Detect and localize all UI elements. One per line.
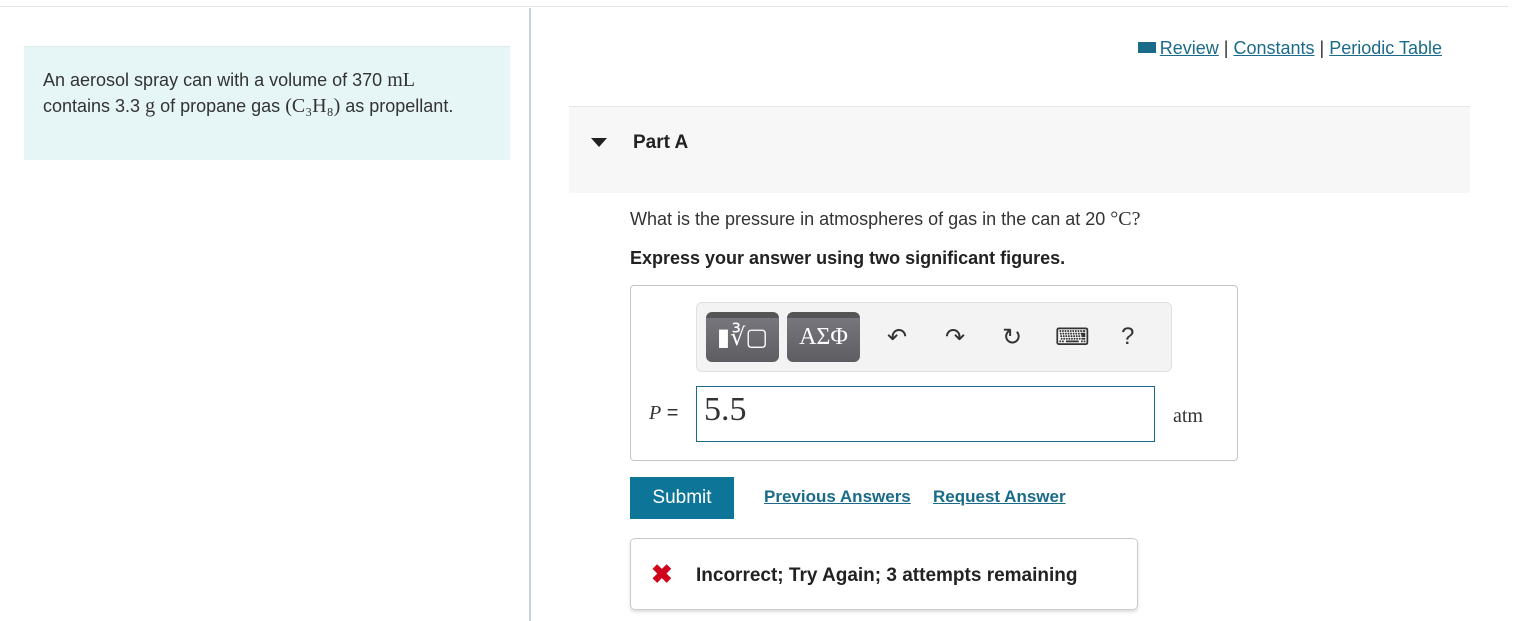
templates-button[interactable]: ▮∛▢ [706, 312, 779, 362]
part-title: Part A [633, 132, 689, 153]
equals: = [661, 402, 679, 424]
reset-icon[interactable]: ↻ [1002, 323, 1022, 352]
instruction: Express your answer using two significan… [630, 248, 1066, 268]
undo-icon[interactable]: ↶ [887, 323, 907, 352]
answer-label: P = [649, 402, 678, 425]
resource-links: Review | Constants | Periodic Table [1137, 38, 1442, 59]
formula: (C₃H₈) [285, 95, 341, 117]
question-body: What is the pressure in atmospheres of g… [630, 209, 1111, 229]
review-link[interactable]: Review [1160, 38, 1219, 58]
unit-g: g [145, 95, 156, 117]
feedback-box: ✖ Incorrect; Try Again; 3 attempts remai… [630, 538, 1138, 610]
redo-icon[interactable]: ↷ [945, 323, 965, 352]
question-text: What is the pressure in atmospheres of g… [630, 208, 1141, 231]
request-answer-link[interactable]: Request Answer [933, 487, 1066, 507]
question-mark: ? [1131, 208, 1141, 230]
book-icon [1137, 42, 1156, 53]
incorrect-x-icon: ✖ [651, 559, 673, 589]
feedback-text: Incorrect; Try Again; 3 attempts remaini… [696, 565, 1078, 586]
unit-ml: mL [387, 69, 415, 91]
constants-link[interactable]: Constants [1233, 38, 1314, 58]
collapse-triangle-icon[interactable] [591, 138, 607, 147]
problem-statement: An aerosol spray can with a volume of 37… [24, 46, 510, 160]
separator: | [1223, 38, 1229, 58]
separator: | [1319, 38, 1325, 58]
submit-button[interactable]: Submit [630, 477, 734, 519]
previous-answers-link[interactable]: Previous Answers [764, 487, 911, 507]
pane-divider [529, 8, 531, 621]
problem-text: of propane gas [155, 96, 286, 116]
problem-text: contains 3.3 [43, 96, 146, 116]
help-icon[interactable]: ? [1121, 323, 1134, 351]
answer-input[interactable]: 5.5 [696, 386, 1155, 442]
variable-p: P [649, 402, 662, 424]
top-border [0, 6, 1508, 7]
answer-box: ▮∛▢ ΑΣΦ ↶ ↷ ↻ ⌨ ? P = 5.5 atm [630, 285, 1238, 461]
answer-unit: atm [1173, 405, 1203, 427]
problem-text: An aerosol spray can with a volume of 37… [43, 70, 388, 90]
greek-symbols-button[interactable]: ΑΣΦ [787, 312, 860, 362]
part-header[interactable]: Part A [569, 106, 1470, 193]
math-toolbar: ▮∛▢ ΑΣΦ ↶ ↷ ↻ ⌨ ? [696, 302, 1172, 372]
periodic-table-link[interactable]: Periodic Table [1329, 38, 1442, 58]
problem-text: as propellant. [340, 96, 454, 116]
keyboard-icon[interactable]: ⌨ [1055, 323, 1090, 352]
unit-celsius: °C [1110, 208, 1132, 230]
